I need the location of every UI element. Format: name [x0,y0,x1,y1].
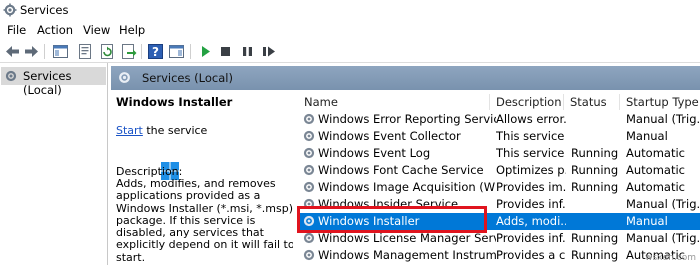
column-separator[interactable] [563,94,564,110]
description-pane: Windows Installer Start the service Desc… [111,90,295,265]
start-icon[interactable] [197,43,214,60]
column-header-description[interactable]: Description [496,95,562,109]
restart-icon[interactable] [261,43,278,60]
selected-service-title: Windows Installer [116,95,233,109]
refresh-icon[interactable] [99,43,116,60]
service-gear-icon [303,130,315,142]
toolbar: ? [0,40,700,62]
column-header-name[interactable]: Name [304,95,338,109]
service-status: Running [571,180,619,194]
window-title: Services [20,3,69,17]
properties-icon[interactable] [77,43,94,60]
service-status: Running [571,231,619,245]
tree-node-services-local[interactable]: Services (Local) [1,67,106,97]
service-description: This service ... [496,146,566,160]
menu-view[interactable]: View [83,23,110,37]
menu-action[interactable]: Action [37,23,73,37]
services-header-bar: Services (Local) [111,66,700,90]
service-row[interactable]: Windows Image Acquisition (WIA) Provides… [300,179,700,196]
service-name: Windows Error Reporting Service [318,112,496,126]
services-gear-icon [5,70,17,82]
service-startup-type: Manual [626,214,668,228]
watermark-text: wsxdn.com [645,253,696,263]
service-name: Windows Event Log [318,146,431,160]
service-startup-type: Automatic [626,146,685,160]
toolbar-separator [44,44,45,59]
column-separator[interactable] [489,94,490,110]
export-list-icon[interactable] [120,43,137,60]
service-row[interactable]: Windows Event Collector This service ...… [300,128,700,145]
service-description: Allows error... [496,112,566,126]
service-description: Provides inf... [496,231,566,245]
service-description: Provides a c... [496,248,566,262]
service-gear-icon [303,147,315,159]
service-row[interactable]: Windows Management Instrument... Provide… [300,247,700,264]
menu-file[interactable]: File [7,23,26,37]
services-gear-icon [119,72,130,83]
service-row-selected[interactable]: Windows Installer Adds, modi... Manual [300,213,700,230]
back-arrow-icon[interactable] [4,43,21,60]
start-service-link[interactable]: Start [116,124,143,137]
service-name: Windows Installer [318,214,420,228]
console-tree: Services (Local) [0,63,108,265]
service-gear-icon [303,181,315,193]
service-description: Adds, modi... [496,214,566,228]
start-service-line: Start the service [116,124,207,137]
service-status: Running [571,163,619,177]
sort-ascending-icon: ^ [391,90,399,96]
service-row[interactable]: Windows Error Reporting Service Allows e… [300,111,700,128]
service-startup-type: Manual (Trig... [626,197,700,211]
service-row[interactable]: Windows Insider Service Provides inf... … [300,196,700,213]
service-gear-icon [303,164,315,176]
service-status: Running [571,248,619,262]
service-gear-icon [303,113,315,125]
service-row[interactable]: Windows Event Log This service ... Runni… [300,145,700,162]
action-pane-icon[interactable] [168,43,185,60]
description-text: Adds, modifies, and removes applications… [116,177,295,264]
service-description: Provides inf... [496,197,566,211]
title-bar: Services [0,0,700,20]
service-description: Optimizes p... [496,163,566,177]
services-header-label: Services (Local) [142,71,233,85]
service-name: Windows Font Cache Service [318,163,484,177]
service-name: Windows Image Acquisition (WIA) [318,180,496,194]
column-separator[interactable] [619,94,620,110]
services-gear-icon [3,3,17,17]
start-service-suffix: the service [142,124,208,137]
column-header-startup-type[interactable]: Startup Type [626,95,699,109]
service-startup-type: Manual [626,129,668,143]
toolbar-separator [190,44,191,59]
service-description: This service ... [496,129,566,143]
help-icon[interactable]: ? [147,43,164,60]
service-row[interactable]: Windows Font Cache Service Optimizes p..… [300,162,700,179]
forward-arrow-icon[interactable] [23,43,40,60]
tree-node-label: Services (Local) [23,69,72,97]
service-name: Windows License Manager Service [318,231,496,245]
menu-help[interactable]: Help [119,23,145,37]
console-tree-icon[interactable] [52,43,69,60]
stop-icon[interactable] [217,43,234,60]
service-status: Running [571,146,619,160]
services-list: ^ Name Description Status Startup Type W… [293,90,700,265]
service-gear-icon [303,232,315,244]
service-description: Provides im... [496,180,566,194]
pause-icon[interactable] [239,43,256,60]
column-header-status[interactable]: Status [570,95,607,109]
menu-bar: File Action View Help [0,20,700,40]
service-name: Windows Management Instrument... [318,248,496,262]
toolbar-separator [141,44,142,59]
service-startup-type: Manual (Trig... [626,231,700,245]
service-gear-icon [303,215,315,227]
service-name: Windows Insider Service [318,197,459,211]
svg-text:?: ? [152,45,159,59]
service-startup-type: Automatic [626,163,685,177]
service-startup-type: Manual (Trig... [626,112,700,126]
service-gear-icon [303,249,315,261]
service-startup-type: Automatic [626,180,685,194]
service-gear-icon [303,198,315,210]
service-name: Windows Event Collector [318,129,461,143]
service-row[interactable]: Windows License Manager Service Provides… [300,230,700,247]
